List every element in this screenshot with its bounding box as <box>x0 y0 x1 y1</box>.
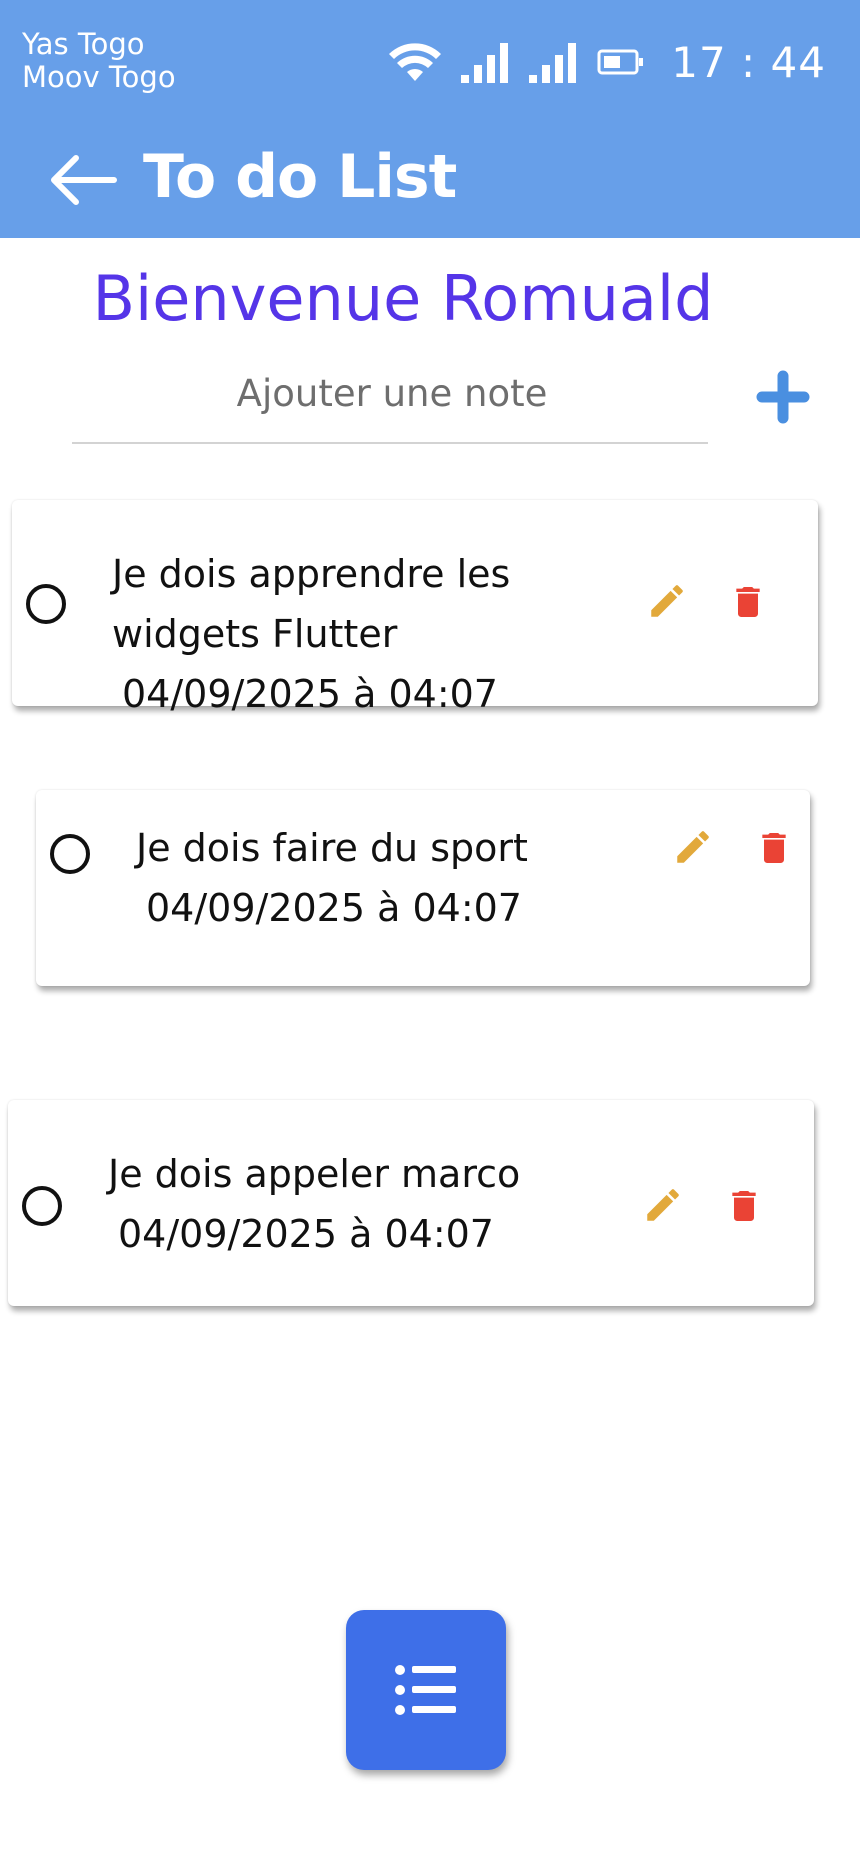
pencil-icon <box>651 585 683 617</box>
task-checkbox[interactable] <box>26 584 66 624</box>
status-bar: Yas Togo Moov Togo 17: 44 <box>0 0 860 120</box>
list-fab-button[interactable] <box>346 1610 506 1770</box>
pencil-icon <box>677 831 709 863</box>
task-card: Je dois faire du sport 04/09/2025 à 04:0… <box>36 790 810 986</box>
arrow-left-icon <box>51 155 117 205</box>
wifi-icon <box>387 41 443 83</box>
pencil-icon <box>647 1189 679 1221</box>
task-date: 04/09/2025 à 04:07 <box>122 672 498 716</box>
task-date: 04/09/2025 à 04:07 <box>146 886 522 930</box>
carrier-2: Moov Togo <box>22 60 176 94</box>
list-icon <box>395 1665 456 1715</box>
delete-button[interactable] <box>728 580 768 624</box>
carrier-names: Yas Togo Moov Togo <box>22 28 176 94</box>
task-text-line-1: Je dois apprendre les <box>112 552 511 596</box>
battery-icon <box>597 48 645 76</box>
task-text-line-1: Je dois faire du sport <box>136 826 528 870</box>
edit-button[interactable] <box>642 1184 684 1226</box>
status-icons: 17 : 44 <box>387 34 826 90</box>
signal-icon <box>529 41 579 83</box>
task-date: 04/09/2025 à 04:07 <box>118 1212 494 1256</box>
task-card: Je dois apprendre les widgets Flutter 04… <box>12 500 818 716</box>
app-bar: To do List <box>0 120 860 238</box>
back-button[interactable] <box>46 150 126 210</box>
task-text-line-2: widgets Flutter <box>112 612 398 656</box>
task-checkbox[interactable] <box>22 1186 62 1226</box>
signal-icon <box>461 41 511 83</box>
edit-button[interactable] <box>672 826 714 868</box>
clock: 17 : 44 <box>671 37 826 87</box>
task-text-line-1: Je dois appeler marco <box>108 1152 521 1196</box>
delete-button[interactable] <box>724 1184 764 1228</box>
page-title: To do List <box>143 142 457 212</box>
delete-button[interactable] <box>754 826 794 870</box>
welcome-text: Bienvenue Romuald <box>92 262 714 335</box>
plus-icon <box>756 370 810 424</box>
task-checkbox[interactable] <box>50 834 90 874</box>
task-card: Je dois appeler marco 04/09/2025 à 04:07 <box>8 1100 814 1306</box>
edit-button[interactable] <box>646 580 688 622</box>
input-underline <box>72 442 708 444</box>
carrier-1: Yas Togo <box>22 27 145 61</box>
note-input[interactable] <box>72 362 712 424</box>
add-note-button[interactable] <box>756 370 810 424</box>
trash-icon <box>736 587 760 617</box>
trash-icon <box>732 1191 756 1221</box>
trash-icon <box>762 833 786 863</box>
